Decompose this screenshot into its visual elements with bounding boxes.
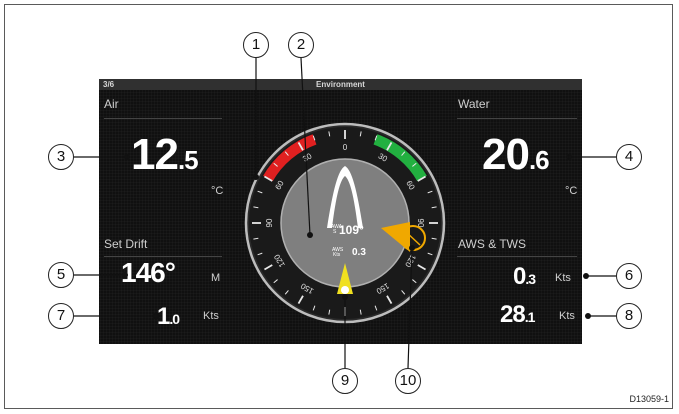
- dial-tick-label: 90: [265, 218, 274, 227]
- callout-6: 6: [616, 263, 642, 289]
- wind-dial[interactable]: 0306090120150150120906030 AWA S 109° AWS…: [244, 122, 446, 324]
- aws-dial-value[interactable]: 0.3: [352, 247, 366, 258]
- awa-value[interactable]: 109°: [339, 223, 364, 237]
- dial-tick-label: 0: [343, 143, 348, 152]
- true-wind-pointer-dot: [341, 286, 349, 294]
- figure-id: D13059-1: [629, 394, 669, 404]
- callout-7: 7: [48, 303, 74, 329]
- callout-8: 8: [616, 303, 642, 329]
- callout-9: 9: [332, 368, 358, 394]
- callout-4: 4: [616, 144, 642, 170]
- callout-3: 3: [48, 144, 74, 170]
- callout-2: 2: [288, 32, 314, 58]
- callout-10: 10: [395, 368, 421, 394]
- aws-dial-sub-label: Kts: [333, 252, 341, 258]
- callout-1: 1: [243, 32, 269, 58]
- callout-5: 5: [48, 262, 74, 288]
- wind-dial-layer: 0306090120150150120906030 AWA S 109° AWS…: [74, 57, 616, 369]
